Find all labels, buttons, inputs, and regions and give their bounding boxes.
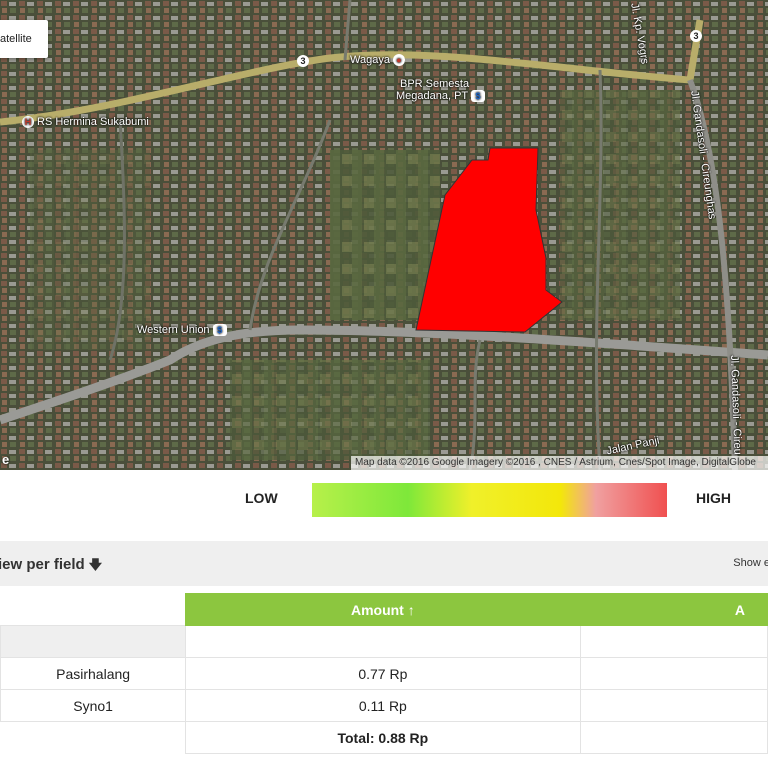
color-legend: LOW HIGH	[0, 470, 768, 532]
total-blank-cell	[1, 722, 186, 754]
route-shield-icon: 3	[297, 55, 309, 67]
amount-cell: 0.77 Rp	[185, 657, 581, 690]
table-row[interactable]: Syno1 0.11 Rp	[0, 689, 768, 722]
route-shield-icon: 3	[690, 30, 702, 42]
total-amount-cell: Total: 0.88 Rp	[185, 721, 581, 754]
extra-cell	[579, 657, 768, 690]
subheader-cell	[0, 625, 187, 658]
hospital-icon: H	[22, 116, 34, 129]
table-total-row: Total: 0.88 Rp	[1, 721, 768, 754]
table-row[interactable]: Pasirhalang 0.77 Rp	[0, 657, 768, 690]
restaurant-icon: ●	[393, 54, 406, 67]
table-subheader-row	[0, 625, 768, 658]
satellite-map[interactable]: atellite 3 3 Wagaya ● BPR Semesta Megada…	[0, 0, 768, 470]
google-logo[interactable]: e	[2, 452, 9, 467]
map-label-western-union[interactable]: Western Union $	[137, 324, 230, 337]
legend-gradient-bar	[312, 483, 667, 517]
bank-icon: $	[471, 90, 486, 103]
map-label-wagaya[interactable]: Wagaya ●	[350, 54, 408, 67]
map-label-hermina[interactable]: H RS Hermina Sukabumi	[22, 116, 149, 129]
legend-high-label: HIGH	[696, 490, 731, 506]
legend-low-label: LOW	[245, 490, 278, 506]
map-type-label: atellite	[0, 33, 32, 45]
subheader-cell	[185, 625, 581, 658]
bank-icon: $	[212, 324, 227, 337]
amount-column-header[interactable]: Amount ↑	[185, 593, 581, 626]
field-name-cell: Syno1	[0, 689, 187, 722]
map-type-satellite-button[interactable]: atellite	[0, 20, 48, 58]
satellite-imagery	[0, 0, 768, 470]
total-extra-cell	[579, 721, 768, 754]
field-name-cell: Pasirhalang	[0, 657, 187, 690]
field-table: Amount ↑ A Pasirhalang 0.77 Rp Syno1 0.1…	[0, 593, 768, 754]
map-label-bpr[interactable]: BPR Semesta Megadana, PT $	[396, 78, 488, 103]
show-entries-control[interactable]: Show e	[733, 557, 768, 569]
header-blank-cell	[0, 593, 186, 626]
next-column-header[interactable]: A	[579, 593, 768, 626]
map-attribution[interactable]: Map data ©2016 Google Imagery ©2016 , CN…	[350, 456, 768, 470]
section-header: iew per field 🡇 Show e	[0, 541, 768, 586]
extra-cell	[579, 689, 768, 722]
section-title[interactable]: iew per field 🡇	[0, 556, 102, 578]
amount-cell: 0.11 Rp	[185, 689, 581, 722]
arrow-down-icon: 🡇	[88, 557, 103, 572]
subheader-cell	[579, 625, 768, 658]
table-header-row: Amount ↑ A	[0, 593, 768, 626]
